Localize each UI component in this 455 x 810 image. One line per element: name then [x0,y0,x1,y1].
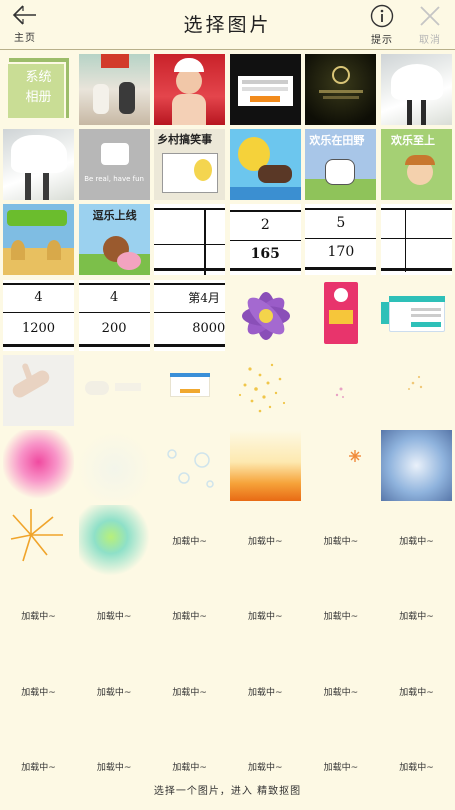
image-thumbnail[interactable] [380,354,452,426]
comic-title: 欢乐至上 [390,134,435,148]
loading-placeholder: 加载中~ [172,537,207,548]
image-thumbnail[interactable] [3,354,74,426]
image-thumbnail[interactable] [380,204,452,276]
top-bar: 主页 选择图片 提示 取消 [0,0,455,50]
sparkle-icon [407,375,423,390]
system-album-tile[interactable]: 系统 相册 [3,54,74,125]
comic-title: 乡村搞笑事 [157,133,213,147]
flower-icon [241,291,290,340]
loading-placeholder: 加载中~ [96,687,132,698]
loading-placeholder: 加载中~ [248,687,283,698]
image-thumbnail[interactable] [305,429,377,501]
hint-label: 提示 [371,35,393,46]
loading-placeholder: 加载中~ [21,612,56,623]
sheet-value: 8000 [192,320,226,336]
image-thumbnail[interactable] [305,54,377,125]
loading-placeholder: 加载中~ [172,612,207,623]
image-thumbnail[interactable] [3,204,74,276]
loading-placeholder: 加载中~ [323,537,359,548]
info-icon [370,4,394,28]
tagline-text: Be real, have fun [84,175,144,184]
comic-title: 欢乐在田野 [309,134,365,148]
image-thumbnail[interactable]: 4 1200 [3,279,74,351]
loading-placeholder: 加载中~ [248,537,283,548]
loading-placeholder: 加载中~ [323,612,359,623]
close-icon [420,6,440,26]
image-thumbnail[interactable] [380,429,452,501]
sparkle-icon [10,509,63,562]
loading-placeholder: 加载中~ [96,612,132,623]
sparkle-icon [238,363,285,413]
system-album-label: 系统 相册 [25,70,52,105]
image-thumbnail[interactable] [229,279,301,351]
image-thumbnail[interactable] [3,505,74,577]
sheet-value: 4 [34,289,43,305]
loading-placeholder: 加载中~ [399,687,434,698]
image-thumbnail[interactable] [229,429,301,501]
image-thumbnail[interactable] [229,354,301,426]
loading-placeholder: 加载中~ [172,687,207,698]
image-thumbnail[interactable]: 逗乐上线 [78,204,150,276]
loading-placeholder: 加载中~ [323,687,359,698]
image-thumbnail[interactable] [78,505,150,577]
image-thumbnail[interactable] [3,129,74,201]
image-thumbnail[interactable]: 欢乐至上 [380,129,452,201]
image-grid: 系统 相册 Be real, have fun 乡村搞笑事 欢乐在田野 欢乐至上… [3,54,452,776]
image-thumbnail[interactable]: 欢乐在田野 [305,129,377,201]
image-thumbnail[interactable] [380,54,452,125]
image-thumbnail[interactable] [154,429,226,501]
image-thumbnail[interactable] [305,279,377,351]
sparkle-icon [349,449,362,462]
image-thumbnail[interactable]: Be real, have fun [78,129,150,201]
image-thumbnail[interactable]: 5 170 [305,204,377,276]
loading-placeholder: 加载中~ [399,612,434,623]
sheet-value: 200 [101,320,127,336]
sheet-value: 5 [336,215,346,232]
image-thumbnail[interactable] [3,429,74,501]
cancel-label: 取消 [419,35,441,46]
sheet-value: 4 [109,289,119,305]
loading-placeholder: 加载中~ [399,537,434,548]
image-thumbnail[interactable]: 乡村搞笑事 [154,129,226,201]
sparkle-icon [336,387,345,398]
sheet-value: 170 [327,244,355,261]
sheet-value: 第4月 [188,290,220,305]
image-thumbnail[interactable] [154,204,226,276]
sheet-value: 2 [260,217,270,234]
image-thumbnail[interactable] [229,129,301,201]
image-thumbnail[interactable] [305,354,377,426]
sheet-value: 1200 [21,320,56,336]
footer-hint: 选择一个图片，进入 精致抠图 [153,786,302,797]
loading-placeholder: 加载中~ [21,687,56,698]
image-thumbnail[interactable] [78,429,150,501]
hint-button[interactable]: 提示 [366,4,398,46]
image-thumbnail[interactable]: 第4月 8000 [154,279,226,351]
image-thumbnail[interactable] [229,54,301,125]
image-thumbnail[interactable] [380,279,452,351]
image-thumbnail[interactable] [78,54,150,125]
image-thumbnail[interactable] [154,354,226,426]
bubbles-icon [167,449,214,488]
cancel-button[interactable]: 取消 [414,4,446,46]
image-thumbnail[interactable] [154,54,226,125]
image-thumbnail[interactable]: 4 200 [78,279,150,351]
image-thumbnail[interactable] [78,354,150,426]
image-thumbnail[interactable]: 2 165 [229,204,301,276]
loading-placeholder: 加载中~ [248,612,283,623]
sheet-value: 165 [250,246,280,263]
comic-title: 逗乐上线 [92,209,137,223]
